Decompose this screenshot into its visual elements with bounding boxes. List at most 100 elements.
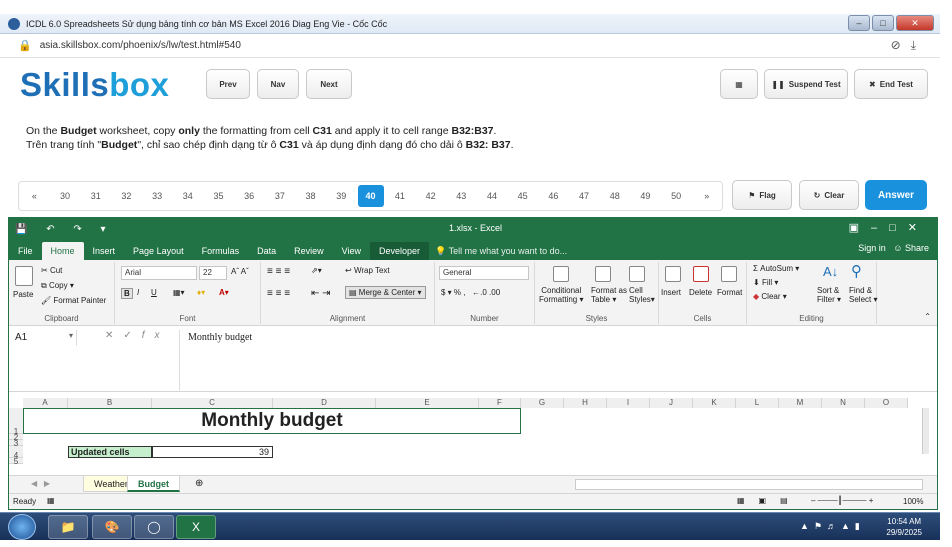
column-header-e[interactable]: E: [376, 398, 479, 408]
borders-icon[interactable]: ▦▾: [173, 288, 185, 297]
font-name-select[interactable]: Arial: [121, 266, 197, 280]
close-window-button[interactable]: ✕: [896, 15, 934, 31]
zoom-slider[interactable]: – ⎯⎯⎯⎯⎯┃⎯⎯⎯⎯⎯⎯ +: [811, 496, 873, 506]
nav-next-page[interactable]: »: [691, 185, 722, 207]
column-header-b[interactable]: B: [68, 398, 152, 408]
column-header-k[interactable]: K: [693, 398, 736, 408]
indent-icons[interactable]: ⇤ ⇥: [311, 288, 331, 299]
tab-developer[interactable]: Developer: [370, 242, 430, 260]
sheet-scroll-arrows[interactable]: ◀ ▶: [31, 479, 50, 488]
cut-button[interactable]: ✂ Cut: [41, 266, 62, 275]
format-cells-button[interactable]: Format: [717, 288, 742, 297]
question-number-31[interactable]: 31: [80, 185, 111, 207]
new-sheet-icon[interactable]: ⊕: [195, 478, 203, 489]
horizontal-scrollbar[interactable]: [575, 479, 923, 490]
cell-styles-button[interactable]: Cell Styles▾: [629, 286, 655, 304]
zoom-level[interactable]: 100%: [903, 497, 923, 506]
font-grow-shrink-buttons[interactable]: Aˆ Aˇ: [231, 267, 249, 276]
system-tray-icons[interactable]: ▲⚑♬▲▮: [800, 521, 865, 532]
number-format-icons[interactable]: $ ▾ % , ←.0 .00: [441, 288, 500, 297]
view-mode-icons[interactable]: ▦▣▤: [737, 496, 802, 505]
font-size-select[interactable]: 22: [199, 266, 227, 280]
bold-button[interactable]: B: [121, 288, 133, 299]
quick-access-toolbar[interactable]: 💾 ↶ ↷ ▾: [15, 224, 114, 235]
tab-review[interactable]: Review: [285, 242, 333, 260]
question-number-50[interactable]: 50: [661, 185, 692, 207]
row-header-5[interactable]: 5: [9, 458, 23, 466]
question-number-40[interactable]: 40: [357, 185, 384, 207]
formula-input[interactable]: Monthly budget: [179, 330, 252, 392]
excel-taskbar-icon[interactable]: X: [176, 515, 216, 539]
cell-c4-value[interactable]: 39: [152, 446, 273, 458]
question-number-35[interactable]: 35: [203, 185, 234, 207]
question-number-39[interactable]: 39: [326, 185, 357, 207]
format-painter-button[interactable]: 🖌 Format Painter: [41, 296, 106, 305]
address-bar[interactable]: 🔒 asia.skillsbox.com/phoenix/s/lw/test.h…: [0, 34, 940, 58]
column-header-o[interactable]: O: [865, 398, 908, 408]
question-number-37[interactable]: 37: [265, 185, 296, 207]
column-header-c[interactable]: C: [152, 398, 273, 408]
column-header-g[interactable]: G: [521, 398, 564, 408]
underline-button[interactable]: U: [151, 288, 157, 297]
url-text[interactable]: asia.skillsbox.com/phoenix/s/lw/test.htm…: [40, 40, 241, 51]
copy-button[interactable]: ⧉ Copy ▾: [41, 281, 74, 291]
suspend-test-button[interactable]: ❚❚ Suspend Test: [764, 69, 848, 99]
next-button[interactable]: Next: [306, 69, 352, 99]
start-button[interactable]: [8, 514, 36, 540]
vertical-align-icons[interactable]: ≡ ≡ ≡: [267, 266, 290, 277]
question-number-33[interactable]: 33: [142, 185, 173, 207]
name-box[interactable]: A1: [11, 330, 77, 346]
cell-a1-title[interactable]: Monthly budget: [23, 408, 521, 434]
question-number-45[interactable]: 45: [507, 185, 538, 207]
column-header-a[interactable]: A: [23, 398, 68, 408]
column-header-i[interactable]: I: [607, 398, 650, 408]
end-test-button[interactable]: ✖ End Test: [854, 69, 928, 99]
taskbar-clock[interactable]: 10:54 AM 29/9/2025: [886, 516, 922, 538]
question-number-42[interactable]: 42: [415, 185, 446, 207]
column-header-j[interactable]: J: [650, 398, 693, 408]
question-number-49[interactable]: 49: [630, 185, 661, 207]
collapse-ribbon-icon[interactable]: ⌃: [924, 312, 931, 321]
flag-button[interactable]: ⚑ Flag: [732, 180, 792, 210]
sort-filter-button[interactable]: Sort & Filter ▾: [817, 286, 841, 304]
clear-button[interactable]: ↻ Clear: [799, 180, 859, 210]
question-number-46[interactable]: 46: [538, 185, 569, 207]
nav-prev-page[interactable]: «: [19, 185, 50, 207]
question-number-43[interactable]: 43: [446, 185, 477, 207]
question-number-32[interactable]: 32: [111, 185, 142, 207]
fill-color-icon[interactable]: ♦▾: [197, 288, 205, 297]
question-number-47[interactable]: 47: [569, 185, 600, 207]
macro-record-icon[interactable]: ▦: [47, 496, 55, 505]
share-button[interactable]: ☺ Share: [893, 243, 929, 253]
tab-file[interactable]: File: [9, 242, 42, 260]
column-header-n[interactable]: N: [822, 398, 865, 408]
tell-me-input[interactable]: 💡 Tell me what you want to do...: [435, 242, 567, 260]
minimize-button[interactable]: –: [848, 15, 870, 31]
font-color-icon[interactable]: A▾: [219, 288, 229, 297]
download-icon[interactable]: ⤓: [911, 38, 926, 52]
maximize-button[interactable]: □: [872, 15, 894, 31]
spreadsheet-grid[interactable]: ABCDEFGHIJKLMNO 12345 Monthly budget Upd…: [9, 398, 929, 474]
excel-window-controls[interactable]: ▣–□✕: [849, 221, 929, 234]
answer-button[interactable]: Answer: [865, 180, 927, 210]
number-format-select[interactable]: General: [439, 266, 529, 280]
orientation-icon[interactable]: ⇗▾: [311, 266, 322, 275]
format-as-table-button[interactable]: Format as Table ▾: [591, 286, 627, 304]
vertical-scrollbar[interactable]: [922, 408, 929, 454]
coccoc-browser-icon[interactable]: ◯: [134, 515, 174, 539]
tab-insert[interactable]: Insert: [84, 242, 125, 260]
question-number-36[interactable]: 36: [234, 185, 265, 207]
conditional-formatting-button[interactable]: Conditional Formatting ▾: [539, 286, 583, 304]
sign-in-link[interactable]: Sign in: [858, 243, 886, 253]
calculator-button[interactable]: ▦: [720, 69, 758, 99]
row-header-1[interactable]: 1: [9, 408, 23, 436]
column-header-l[interactable]: L: [736, 398, 779, 408]
wrap-text-button[interactable]: ↩ Wrap Text: [345, 266, 390, 275]
question-number-44[interactable]: 44: [477, 185, 508, 207]
formula-buttons[interactable]: ✕✓fx: [105, 330, 170, 341]
column-header-h[interactable]: H: [564, 398, 607, 408]
paste-icon[interactable]: [15, 266, 33, 286]
column-header-m[interactable]: M: [779, 398, 822, 408]
column-header-d[interactable]: D: [273, 398, 376, 408]
fill-button[interactable]: ⬇ Fill ▾: [753, 278, 778, 287]
